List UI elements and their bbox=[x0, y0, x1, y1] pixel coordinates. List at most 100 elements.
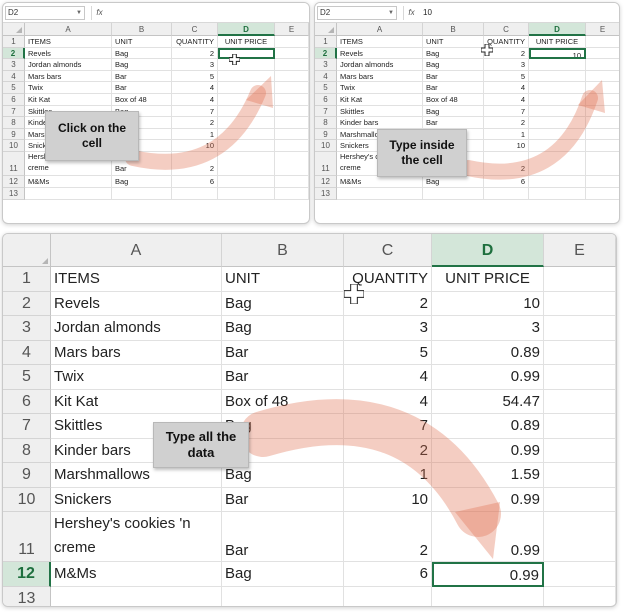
cell-a12[interactable]: M&Ms bbox=[51, 562, 222, 587]
cell-d12[interactable] bbox=[218, 176, 275, 188]
cell-e12[interactable] bbox=[544, 562, 616, 587]
row-header-1[interactable]: 1 bbox=[315, 36, 337, 48]
column-header-d[interactable]: D bbox=[529, 23, 586, 36]
row-header-1[interactable]: 1 bbox=[3, 36, 25, 48]
column-header-a[interactable]: A bbox=[337, 23, 423, 36]
cell-d1[interactable]: UNIT PRICE bbox=[218, 36, 275, 48]
cell-d11[interactable]: 0.99 bbox=[432, 512, 544, 563]
cell-d1[interactable]: UNIT PRICE bbox=[432, 267, 544, 292]
cell-d4[interactable] bbox=[529, 70, 586, 83]
row-header-6[interactable]: 6 bbox=[3, 389, 51, 414]
cell-d1[interactable]: UNIT PRICE bbox=[529, 36, 586, 48]
cell-e11[interactable] bbox=[275, 152, 309, 177]
cell-d11[interactable] bbox=[218, 152, 275, 177]
cell-c12[interactable]: 6 bbox=[484, 176, 529, 188]
cell-d8[interactable] bbox=[218, 117, 275, 129]
cell-d12[interactable] bbox=[529, 176, 586, 188]
cell-b8[interactable]: Bar bbox=[423, 117, 484, 129]
cell-a5[interactable]: Twix bbox=[337, 82, 423, 94]
cell-d4[interactable] bbox=[218, 70, 275, 83]
row-header-12[interactable]: 12 bbox=[315, 176, 337, 188]
cell-c1[interactable]: QUANTITY bbox=[344, 267, 432, 292]
cell-b6[interactable]: Box of 48 bbox=[112, 94, 172, 106]
column-header-b[interactable]: B bbox=[222, 234, 344, 267]
column-header-e[interactable]: E bbox=[586, 23, 619, 36]
column-header-c[interactable]: C bbox=[344, 234, 432, 267]
cell-b7[interactable]: Bag bbox=[423, 105, 484, 118]
select-all-corner[interactable] bbox=[3, 23, 25, 36]
cell-a10[interactable]: Snickers bbox=[51, 487, 222, 512]
cell-e5[interactable] bbox=[544, 365, 616, 390]
cell-a2[interactable]: Revels bbox=[25, 47, 112, 60]
cell-b4[interactable]: Bar bbox=[222, 340, 344, 365]
cell-b4[interactable]: Bar bbox=[112, 70, 172, 83]
cell-b12[interactable]: Bag bbox=[423, 176, 484, 188]
cell-a2[interactable]: Revels bbox=[337, 47, 423, 60]
cell-b2[interactable]: Bag bbox=[112, 47, 172, 60]
cell-c7[interactable]: 7 bbox=[344, 414, 432, 439]
cell-a8[interactable]: Kinder bars bbox=[337, 117, 423, 129]
cell-b6[interactable]: Box of 48 bbox=[222, 389, 344, 414]
cell-c7[interactable]: 7 bbox=[172, 105, 218, 118]
cell-a4[interactable]: Mars bars bbox=[25, 70, 112, 83]
cell-e12[interactable] bbox=[586, 176, 619, 188]
row-header-11[interactable]: 11 bbox=[3, 512, 51, 563]
row-header-2[interactable]: 2 bbox=[3, 47, 25, 60]
cell-e1[interactable] bbox=[544, 267, 616, 292]
cell-e3[interactable] bbox=[275, 59, 309, 71]
cell-d13[interactable] bbox=[218, 187, 275, 200]
cell-c10[interactable]: 10 bbox=[484, 140, 529, 152]
row-header-10[interactable]: 10 bbox=[3, 140, 25, 152]
cell-a5[interactable]: Twix bbox=[51, 365, 222, 390]
column-header-e[interactable]: E bbox=[275, 23, 309, 36]
cell-d7[interactable] bbox=[218, 105, 275, 118]
cell-b13[interactable] bbox=[112, 187, 172, 200]
row-header-8[interactable]: 8 bbox=[3, 438, 51, 463]
cell-e10[interactable] bbox=[586, 140, 619, 152]
chevron-down-icon[interactable]: ▼ bbox=[76, 7, 82, 19]
fx-icon[interactable]: fx bbox=[91, 6, 107, 20]
cell-d3[interactable] bbox=[218, 59, 275, 71]
cell-d7[interactable] bbox=[529, 105, 586, 118]
cell-e11[interactable] bbox=[544, 512, 616, 563]
column-header-a[interactable]: A bbox=[51, 234, 222, 267]
chevron-down-icon[interactable]: ▼ bbox=[388, 7, 394, 19]
row-header-2[interactable]: 2 bbox=[3, 291, 51, 316]
cell-b13[interactable] bbox=[423, 187, 484, 200]
row-header-3[interactable]: 3 bbox=[3, 59, 25, 71]
cell-c4[interactable]: 5 bbox=[484, 70, 529, 83]
name-box[interactable]: D2 ▼ bbox=[317, 6, 397, 20]
cell-c1[interactable]: QUANTITY bbox=[484, 36, 529, 48]
row-header-9[interactable]: 9 bbox=[3, 463, 51, 488]
row-header-13[interactable]: 13 bbox=[3, 586, 51, 606]
cell-a6[interactable]: Kit Kat bbox=[337, 94, 423, 106]
cell-b10[interactable]: Bar bbox=[222, 487, 344, 512]
column-header-d[interactable]: D bbox=[218, 23, 275, 36]
cell-e8[interactable] bbox=[275, 117, 309, 129]
cell-c5[interactable]: 4 bbox=[172, 82, 218, 94]
cell-d2[interactable]: 10 bbox=[529, 47, 586, 60]
row-header-9[interactable]: 9 bbox=[315, 128, 337, 141]
cell-b2[interactable]: Bag bbox=[423, 47, 484, 60]
cell-a4[interactable]: Mars bars bbox=[337, 70, 423, 83]
cell-c8[interactable]: 2 bbox=[344, 438, 432, 463]
cell-c4[interactable]: 5 bbox=[172, 70, 218, 83]
row-header-13[interactable]: 13 bbox=[3, 187, 25, 200]
cell-e6[interactable] bbox=[586, 94, 619, 106]
cell-c9[interactable]: 1 bbox=[172, 128, 218, 141]
cell-d9[interactable] bbox=[218, 128, 275, 141]
row-header-8[interactable]: 8 bbox=[315, 117, 337, 129]
row-header-7[interactable]: 7 bbox=[315, 105, 337, 118]
cell-a1[interactable]: ITEMS bbox=[51, 267, 222, 292]
fx-icon[interactable]: fx bbox=[403, 6, 419, 20]
cell-b11[interactable]: Bar bbox=[222, 512, 344, 563]
cell-e4[interactable] bbox=[275, 70, 309, 83]
cell-e7[interactable] bbox=[275, 105, 309, 118]
cell-b1[interactable]: UNIT bbox=[222, 267, 344, 292]
cell-e4[interactable] bbox=[586, 71, 619, 83]
cell-e7[interactable] bbox=[586, 106, 619, 118]
row-header-4[interactable]: 4 bbox=[3, 340, 51, 365]
column-header-b[interactable]: B bbox=[112, 23, 172, 36]
cell-a3[interactable]: Jordan almonds bbox=[51, 316, 222, 341]
cell-a1[interactable]: ITEMS bbox=[25, 36, 112, 48]
